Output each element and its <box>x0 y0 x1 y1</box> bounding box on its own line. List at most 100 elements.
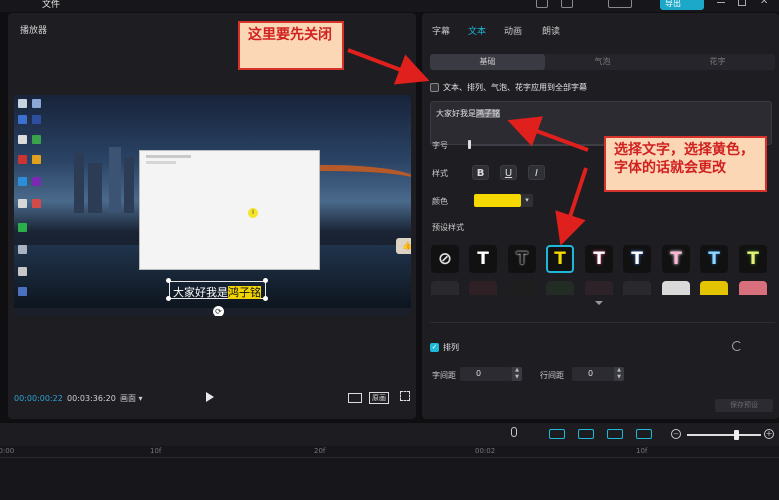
preset-glyph: T <box>670 249 682 269</box>
resize-handle[interactable] <box>263 278 268 283</box>
preset-style[interactable]: T <box>700 245 728 273</box>
arrange-checkbox[interactable]: ✓ <box>430 343 439 352</box>
document-menu <box>146 155 191 158</box>
desktop-icon <box>32 135 41 144</box>
export-button[interactable]: 导出 <box>660 0 704 10</box>
preset-glyph: T <box>516 249 528 269</box>
cursor-highlight: I <box>248 208 258 218</box>
rotate-icon[interactable]: ⟳ <box>213 306 224 316</box>
desktop-icon <box>32 177 41 186</box>
preset-style[interactable] <box>431 281 459 295</box>
resize-handle[interactable] <box>166 278 171 283</box>
player-title: 播放器 <box>20 26 48 36</box>
subtitle-plain: 大家好我是 <box>173 286 228 299</box>
maximize-icon[interactable] <box>738 0 746 6</box>
resize-handle[interactable] <box>166 296 171 301</box>
segment-bubble[interactable]: 气泡 <box>545 54 660 70</box>
preset-label: 预设样式 <box>432 223 464 232</box>
tab-read-aloud[interactable]: 朗读 <box>542 24 560 37</box>
preset-style[interactable]: T <box>739 245 767 273</box>
tab-animation[interactable]: 动画 <box>504 24 522 37</box>
arrange-label: 排列 <box>443 343 459 352</box>
reset-icon[interactable] <box>732 341 742 351</box>
zoom-slider-knob[interactable] <box>734 430 739 440</box>
apply-all-checkbox[interactable] <box>430 83 439 92</box>
preset-style[interactable] <box>662 281 690 295</box>
ruler-tick: 10f <box>150 447 162 455</box>
desktop-icon <box>18 99 27 108</box>
preset-style[interactable]: T <box>469 245 497 273</box>
snap-icon[interactable] <box>578 429 594 439</box>
save-preset-button[interactable]: 保存预设 <box>715 399 773 412</box>
original-button[interactable]: 原画 <box>369 392 389 404</box>
segment-basic[interactable]: 基础 <box>430 54 545 70</box>
line-spacing-stepper[interactable]: ▲ ▼ <box>614 367 624 381</box>
export-label: 导出 <box>665 0 681 8</box>
expand-caret-icon[interactable] <box>595 301 603 305</box>
ratio-dropdown[interactable]: 画面 ▾ <box>120 393 143 404</box>
timeline-toolbar: − + <box>0 423 779 446</box>
subtitle-highlight: 鸿子铭 <box>228 286 261 299</box>
subtitle-text: 大家好我是鸿子铭 <box>173 284 261 300</box>
close-icon[interactable]: ✕ <box>760 0 768 7</box>
preset-style-selected[interactable]: T <box>546 245 574 273</box>
split-icon[interactable] <box>636 429 652 439</box>
preview-building <box>88 163 102 213</box>
segment-fancy-text[interactable]: 花字 <box>660 54 775 70</box>
play-icon[interactable] <box>206 392 214 402</box>
italic-button[interactable]: I <box>528 165 545 180</box>
letter-spacing-field[interactable]: 0 <box>460 367 512 381</box>
tab-subtitle[interactable]: 字幕 <box>432 24 450 37</box>
preview-building <box>74 153 84 213</box>
preset-style[interactable] <box>469 281 497 295</box>
timeline-ruler[interactable] <box>0 446 779 458</box>
section-divider <box>430 322 775 323</box>
file-menu[interactable]: 文件 <box>42 0 60 10</box>
preset-style[interactable]: T <box>508 245 536 273</box>
sticker-image: 👍 <box>396 238 411 254</box>
link-icon[interactable] <box>549 429 565 439</box>
desktop-icon <box>18 135 27 144</box>
bold-button[interactable]: B <box>472 165 489 180</box>
preset-style[interactable] <box>585 281 613 295</box>
preset-none[interactable]: ⊘ <box>431 245 459 273</box>
desktop-icon <box>18 155 27 164</box>
preset-style[interactable] <box>508 281 536 295</box>
size-slider-knob[interactable] <box>468 140 471 149</box>
color-label: 颜色 <box>432 197 448 206</box>
ruler-tick: 20f <box>314 447 326 455</box>
preview-axis-icon[interactable] <box>607 429 623 439</box>
preset-style[interactable] <box>546 281 574 295</box>
top-bar: 文件 导出 ✕ <box>0 0 779 12</box>
preset-style[interactable]: T <box>662 245 690 273</box>
chevron-down-icon[interactable]: ▾ <box>521 194 533 207</box>
shortcut-icon[interactable] <box>536 0 548 8</box>
resize-handle[interactable] <box>263 296 268 301</box>
letter-spacing-label: 字间距 <box>432 371 456 380</box>
share-icon[interactable] <box>608 0 632 8</box>
inspector-panel: 字幕 文本 动画 朗读 基础 气泡 花字 文本、排列、气泡、花字应用到全部字幕 … <box>422 13 779 419</box>
fullscreen-icon[interactable] <box>400 391 410 401</box>
timecode-current: 00:00:00:22 <box>14 394 63 403</box>
microphone-icon[interactable] <box>511 427 517 437</box>
underline-button[interactable]: U <box>500 165 517 180</box>
color-swatch[interactable] <box>474 194 521 207</box>
apply-all-label: 文本、排列、气泡、花字应用到全部字幕 <box>443 83 587 92</box>
zoom-out-icon[interactable]: − <box>671 429 681 439</box>
tab-text[interactable]: 文本 <box>468 24 486 37</box>
minimize-icon[interactable] <box>717 2 725 3</box>
preset-style[interactable]: T <box>585 245 613 273</box>
size-slider[interactable] <box>468 144 618 146</box>
video-preview[interactable]: I 👍 大家好我是鸿子铭 ⟳ <box>14 95 411 316</box>
annotation-callout-close: 这里要先关闭 <box>238 21 344 70</box>
zoom-slider[interactable] <box>687 434 761 436</box>
preset-style[interactable] <box>700 281 728 295</box>
letter-spacing-stepper[interactable]: ▲ ▼ <box>512 367 522 381</box>
zoom-in-icon[interactable]: + <box>764 429 774 439</box>
preset-style[interactable]: T <box>623 245 651 273</box>
preset-style[interactable] <box>623 281 651 295</box>
style-label: 样式 <box>432 169 448 178</box>
preset-style[interactable] <box>739 281 767 295</box>
waveform-icon[interactable] <box>348 393 362 403</box>
layout-icon[interactable] <box>561 0 573 8</box>
